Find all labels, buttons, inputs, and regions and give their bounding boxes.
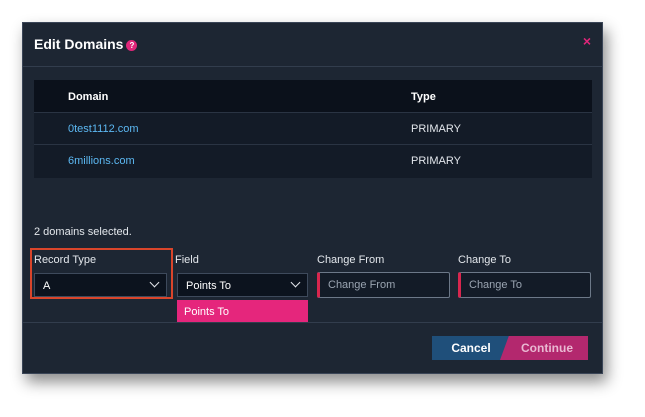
change-from-label: Change From — [317, 254, 385, 266]
change-to-input[interactable] — [458, 272, 591, 298]
cancel-button[interactable]: Cancel — [432, 336, 510, 360]
column-header-type[interactable]: Type — [411, 91, 436, 103]
table-row: 6millions.com PRIMARY — [34, 144, 592, 176]
change-to-label: Change To — [458, 254, 512, 266]
column-header-domain[interactable]: Domain — [68, 91, 108, 103]
dialog-title-text: Edit Domains — [34, 36, 124, 52]
footer-divider — [23, 322, 602, 323]
record-type-value: A — [43, 280, 51, 292]
domain-link[interactable]: 0test1112.com — [68, 123, 139, 135]
record-type-label: Record Type — [34, 254, 97, 266]
close-icon[interactable]: × — [583, 33, 591, 49]
selection-count: 2 domains selected. — [34, 226, 132, 238]
domain-link[interactable]: 6millions.com — [68, 155, 135, 167]
domain-type: PRIMARY — [411, 155, 461, 167]
field-label: Field — [175, 254, 199, 266]
domains-table: Domain Type 0test1112.com PRIMARY 6milli… — [34, 80, 592, 178]
edit-domains-dialog: Edit Domains? × Domain Type 0test1112.co… — [22, 22, 603, 374]
continue-button[interactable]: Continue — [500, 336, 588, 360]
dialog-header: Edit Domains? × — [23, 23, 602, 67]
table-header: Domain Type — [34, 80, 592, 112]
domain-type: PRIMARY — [411, 123, 461, 135]
field-select[interactable]: Points To — [177, 273, 308, 297]
record-type-select[interactable]: A — [34, 273, 167, 297]
chevron-down-icon — [290, 277, 301, 288]
chevron-down-icon — [149, 277, 160, 288]
field-dropdown-option[interactable]: Points To — [177, 300, 308, 323]
dialog-title: Edit Domains? — [34, 36, 138, 52]
field-value: Points To — [186, 280, 232, 292]
change-from-input[interactable] — [317, 272, 450, 298]
help-icon[interactable]: ? — [126, 40, 138, 51]
field-option-label: Points To — [184, 306, 230, 318]
table-row: 0test1112.com PRIMARY — [34, 112, 592, 144]
